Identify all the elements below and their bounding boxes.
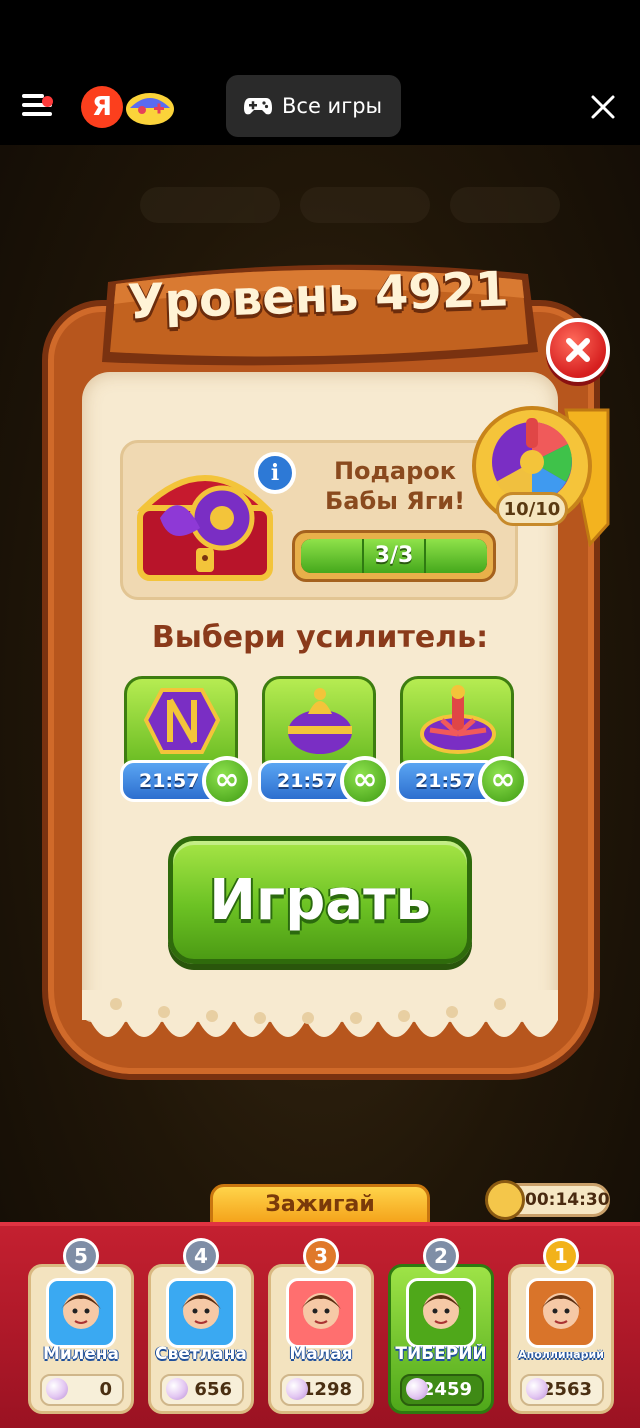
hammer-barrel-icon [143,688,221,754]
player-name: ТИБЕРИЙ [395,1344,487,1364]
avatar [406,1278,476,1348]
avatar-face-icon [181,1293,221,1329]
browser-top-bar: Я Все игры [0,0,640,145]
pearl-icon [166,1378,188,1400]
player-name: Милена [42,1344,120,1364]
avatar-face-icon [61,1293,101,1329]
fortune-wheel-icon[interactable] [470,404,610,548]
gift-progress-bar: 3/3 [292,530,496,582]
player-rank: 2 [423,1238,459,1274]
dialog-close-button[interactable] [546,318,610,382]
bomb-icon [288,688,352,754]
player-name: Аполлинарий [518,1348,604,1361]
all-games-label: Все игры [282,94,383,118]
info-button[interactable]: i [254,452,296,494]
player-rank: 3 [303,1238,339,1274]
pearl-icon [526,1378,548,1400]
avatar [46,1278,116,1348]
player-rank: 4 [183,1238,219,1274]
player-score: 2459 [400,1374,484,1406]
notification-dot [42,96,53,107]
player-score-value: 2563 [541,1379,592,1400]
leaderboard-player-3[interactable]: 3 Малая 1298 [268,1238,374,1418]
play-button-label: Играть [209,867,431,933]
infinity-badge: ∞ [202,756,252,806]
player-score: 2563 [520,1374,604,1406]
gift-title: Подарок Бабы Яги! [324,457,466,515]
player-score-value: 0 [99,1379,112,1400]
avatar [286,1278,356,1348]
avatar-face-icon [541,1293,581,1329]
player-score-value: 1298 [301,1379,352,1400]
player-name: Малая [289,1344,353,1364]
leaderboard-player-5[interactable]: 1 Аполлинарий 2563 [508,1238,614,1418]
player-score: 656 [160,1374,244,1406]
leaderboard-player-1[interactable]: 5 Милена 0 [28,1238,134,1418]
event-timer-text: 00:14:30 [525,1190,610,1210]
infinity-badge: ∞ [340,756,390,806]
player-score-value: 656 [194,1379,232,1400]
games-logo[interactable] [124,86,176,128]
choose-booster-label: Выбери усилитель: [151,620,489,655]
booster-1[interactable]: 21:57 ∞ [120,676,252,806]
play-button[interactable]: Играть [168,836,472,964]
avatar-face-icon [301,1293,341,1329]
player-rank: 1 [543,1238,579,1274]
yandex-logo[interactable]: Я [81,86,123,128]
gamepad-icon [244,98,272,115]
avatar-face-icon [421,1293,461,1329]
infinity-badge: ∞ [478,756,528,806]
player-rank: 5 [63,1238,99,1274]
clock-icon [485,1180,525,1220]
dimmed-game-hud [0,170,640,240]
player-score-value: 2459 [421,1379,472,1400]
close-icon [566,338,590,362]
player-name: Светлана [155,1344,247,1364]
event-timer: 00:14:30 [485,1180,610,1220]
leaderboard-player-2[interactable]: 4 Светлана 656 [148,1238,254,1418]
all-games-button[interactable]: Все игры [226,75,401,137]
spinning-top-icon [420,685,496,754]
close-icon[interactable] [588,92,618,122]
avatar [526,1278,596,1348]
player-score: 1298 [280,1374,364,1406]
avatar [166,1278,236,1348]
wheel-count-badge: 10/10 [496,492,568,526]
event-tab[interactable]: Зажигай [210,1184,430,1226]
pearl-icon [286,1378,308,1400]
player-score: 0 [40,1374,124,1406]
leaderboard-player-4[interactable]: 2 ТИБЕРИЙ 2459 [388,1238,494,1418]
pearl-icon [406,1378,428,1400]
booster-2[interactable]: 21:57 ∞ [258,676,390,806]
booster-3[interactable]: 21:57 ∞ [396,676,528,806]
gift-progress-text: 3/3 [374,543,414,568]
paper-scallop-edge [82,990,558,1037]
pearl-icon [46,1378,68,1400]
